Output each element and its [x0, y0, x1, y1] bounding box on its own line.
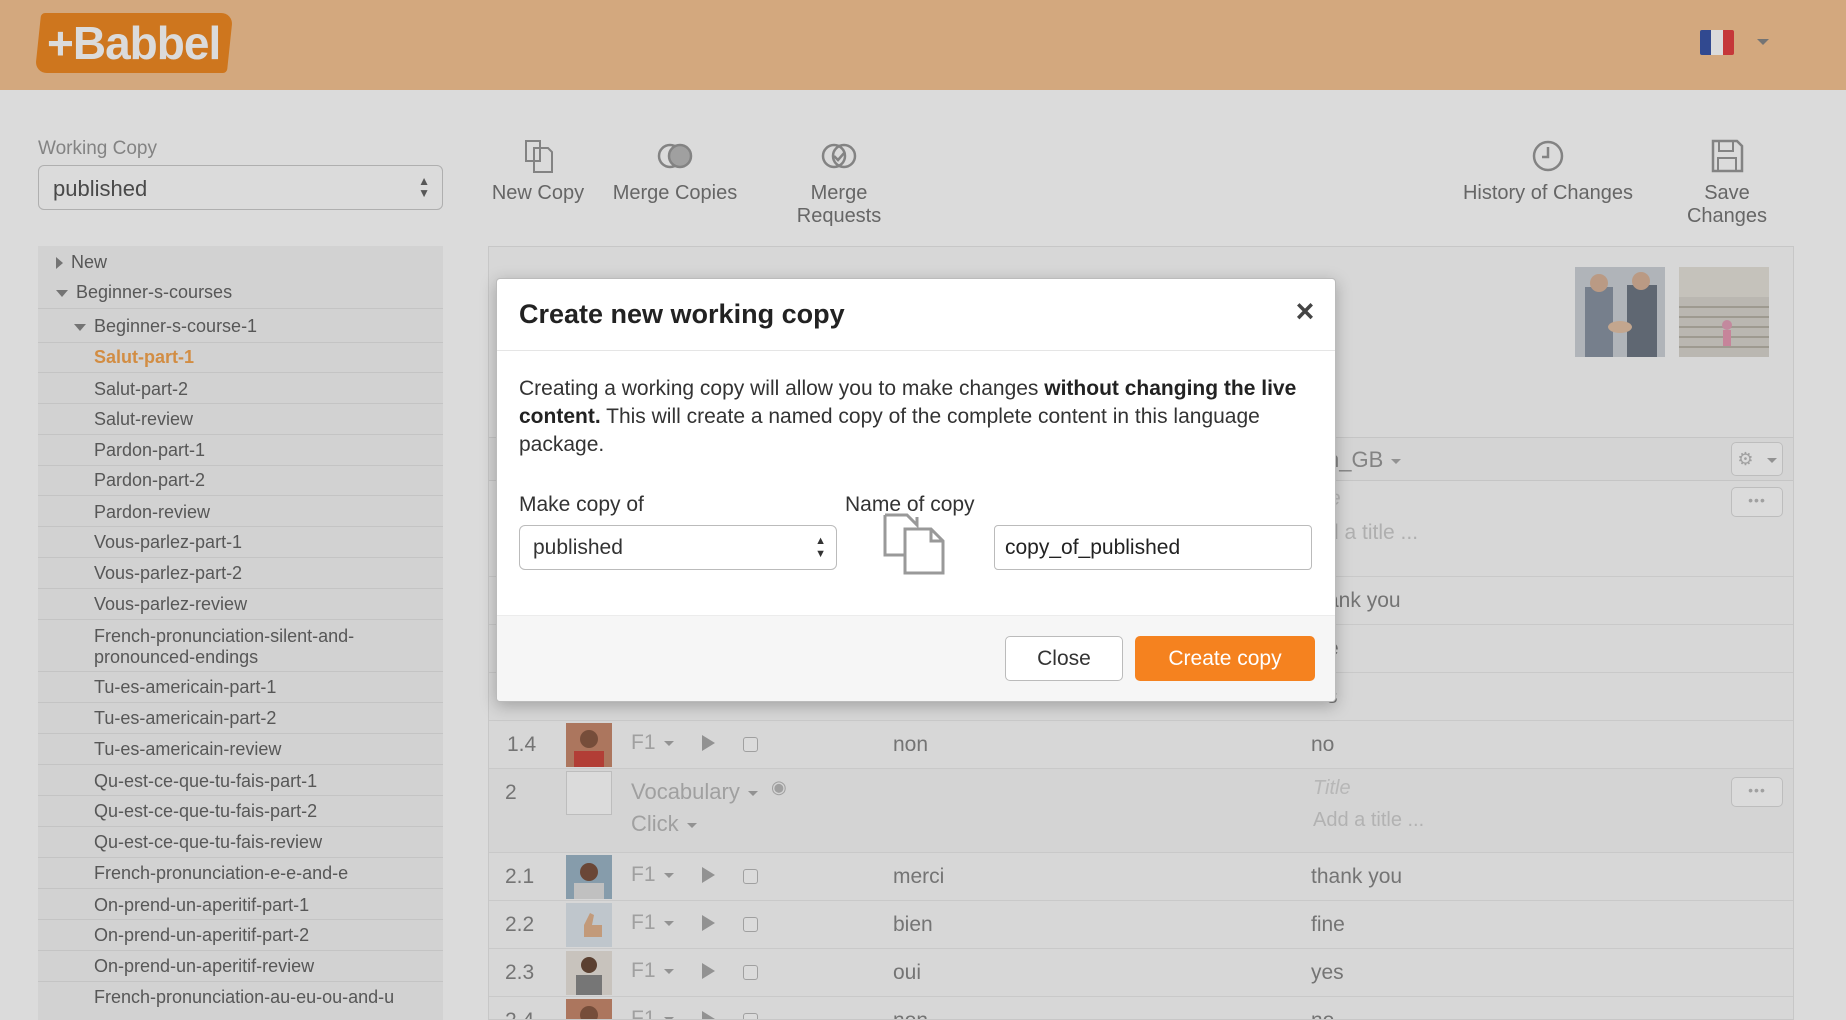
- dialog-description: Creating a working copy will allow you t…: [519, 377, 1297, 456]
- name-of-copy-label: Name of copy: [845, 493, 975, 516]
- make-copy-of-label: Make copy of: [519, 493, 644, 516]
- close-icon[interactable]: ×: [1289, 295, 1321, 327]
- create-copy-button[interactable]: Create copy: [1135, 636, 1315, 681]
- dialog-header: Create new working copy ×: [497, 279, 1335, 351]
- make-copy-of-select[interactable]: published ▲ ▼: [519, 525, 837, 570]
- make-copy-of-value: published: [533, 536, 623, 559]
- dialog-footer: Close Create copy: [497, 615, 1335, 701]
- name-of-copy-input[interactable]: [994, 525, 1312, 570]
- select-arrows-icon: ▲ ▼: [815, 535, 826, 560]
- close-button[interactable]: Close: [1005, 636, 1123, 681]
- create-working-copy-dialog: Create new working copy × Creating a wor…: [496, 278, 1336, 702]
- dialog-title: Create new working copy: [519, 299, 845, 329]
- copy-documents-icon: [883, 513, 945, 575]
